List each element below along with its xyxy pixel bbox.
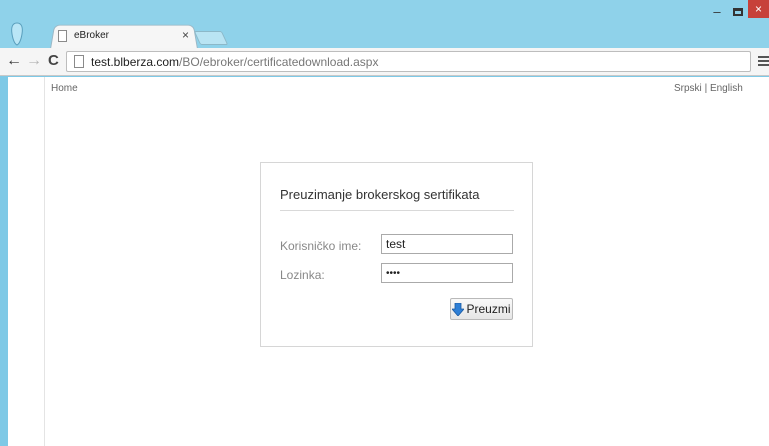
tab-title: eBroker: [74, 30, 110, 41]
download-arrow-icon: [452, 302, 465, 316]
page-document-icon: [74, 55, 84, 68]
url-text[interactable]: test.blberza.com/BO/ebroker/certificated…: [91, 55, 378, 69]
page-content: Home Srpski | English Preuzimanje broker…: [8, 77, 769, 446]
download-button[interactable]: Preuzmi: [450, 298, 513, 320]
window-frame-left: [0, 77, 8, 446]
browser-toolbar: ← → C test.blberza.com/BO/ebroker/certif…: [0, 48, 769, 76]
forward-arrow-icon[interactable]: →: [26, 52, 42, 70]
language-switcher: Srpski | English: [674, 83, 743, 94]
new-tab-button[interactable]: [193, 31, 229, 45]
profile-avatar-icon[interactable]: [10, 22, 24, 46]
certificate-download-form: Preuzimanje brokerskog sertifikata Koris…: [260, 162, 533, 347]
home-link[interactable]: Home: [51, 83, 78, 94]
browser-menu-icon[interactable]: [758, 56, 769, 66]
window-maximize-button[interactable]: [733, 8, 743, 16]
lang-srpski-link[interactable]: Srpski: [674, 83, 702, 94]
page-favicon-icon: [58, 30, 67, 42]
browser-tab-content[interactable]: eBroker ×: [58, 28, 196, 47]
url-host: test.blberza.com: [91, 55, 180, 69]
form-title: Preuzimanje brokerskog sertifikata: [280, 187, 480, 202]
reload-icon[interactable]: C: [48, 52, 59, 69]
lang-english-link[interactable]: English: [710, 83, 743, 94]
username-input[interactable]: [381, 234, 513, 254]
page-divider: [44, 77, 45, 446]
tab-close-icon[interactable]: ×: [182, 28, 189, 42]
url-path: /BO/ebroker/certificatedownload.aspx: [179, 55, 379, 69]
window-close-button[interactable]: ×: [748, 0, 769, 18]
back-arrow-icon[interactable]: ←: [6, 52, 22, 70]
username-label: Korisničko ime:: [280, 239, 362, 253]
lang-separator: |: [701, 83, 710, 94]
form-title-divider: [280, 210, 514, 211]
address-bar[interactable]: test.blberza.com/BO/ebroker/certificated…: [66, 51, 751, 72]
download-button-label: Preuzmi: [466, 302, 511, 316]
window-minimize-button[interactable]: –: [709, 4, 725, 20]
password-input[interactable]: [381, 263, 513, 283]
password-label: Lozinka:: [280, 268, 325, 282]
